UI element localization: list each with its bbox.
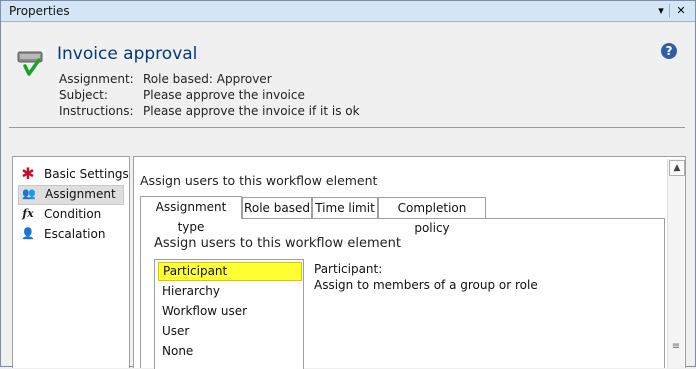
tab-content-border-left [140,218,141,368]
nav-item-label: Condition [44,207,102,221]
list-item-none[interactable]: None [158,342,302,361]
instructions-value: Please approve the invoice if it is ok [143,104,360,118]
escalation-icon: 👤 [21,227,35,240]
header-divider [9,127,685,128]
function-icon: fx [22,207,34,220]
nav-item-label: Escalation [44,227,106,241]
scroll-grip-icon[interactable]: ≡ [671,342,681,352]
subject-label: Subject: [59,88,108,102]
tab-completion-policy[interactable]: Completion policy [378,197,486,235]
users-icon: 👥 [22,187,36,200]
nav-item-basic-settings[interactable]: ✱ Basic Settings [18,164,129,184]
tab-role-based[interactable]: Role based [242,197,312,219]
nav-item-label: Basic Settings [44,167,129,181]
instructions-label: Instructions: [59,104,134,118]
title-bar: Properties ▾ ✕ [1,1,695,22]
nav-item-condition[interactable]: fx Condition [18,206,122,224]
assignment-type-heading: Assign users to this workflow element [154,236,401,251]
workflow-element-title: Invoice approval [57,44,198,64]
panel-heading: Assign users to this workflow element [140,173,378,188]
nav-item-assignment[interactable]: 👥 Assignment [18,185,124,205]
list-item-user[interactable]: User [158,322,302,341]
asterisk-icon: ✱ [21,164,35,183]
assignment-type-list[interactable]: Participant Hierarchy Workflow user User… [154,259,304,369]
nav-item-label: Assignment [45,187,116,201]
subject-value: Please approve the invoice [143,88,305,102]
list-item-participant[interactable]: Participant [158,262,302,281]
assignment-panel: Assign users to this workflow element As… [133,156,686,369]
nav-item-escalation[interactable]: 👤 Escalation [18,226,122,244]
help-icon[interactable]: ? [661,43,677,59]
settings-nav: ✱ Basic Settings 👥 Assignment fx Conditi… [12,156,130,368]
list-item-workflow-user[interactable]: Workflow user [158,302,302,321]
close-icon[interactable]: ✕ [673,4,689,18]
window-menu-dropdown-icon[interactable]: ▾ [653,4,669,18]
vertical-scrollbar[interactable]: ▲ ≡ [667,159,685,368]
title-bar-separator [669,4,670,18]
scroll-up-icon[interactable]: ▲ [669,160,685,176]
assignment-value: Role based: Approver [143,72,272,86]
tab-assignment-type[interactable]: Assignment type [140,196,242,234]
workflow-approval-icon [17,51,43,76]
tab-strip-border [241,218,665,219]
tab-content-border-right [664,218,665,368]
description-title: Participant: [314,262,383,276]
list-item-hierarchy[interactable]: Hierarchy [158,282,302,301]
description-text: Assign to members of a group or role [314,278,538,292]
assignment-label: Assignment: [59,72,134,86]
window-title: Properties [9,4,70,18]
tab-time-limit[interactable]: Time limit [312,197,378,219]
